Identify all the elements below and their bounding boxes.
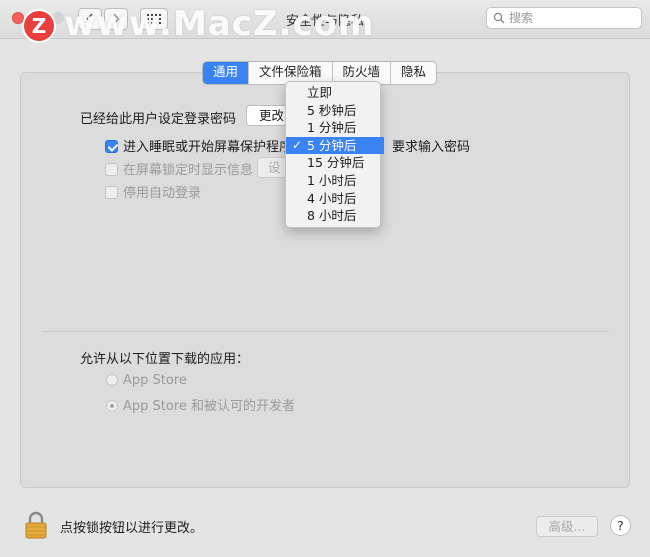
help-button[interactable]: ? bbox=[610, 515, 631, 536]
auto-login-checkbox[interactable] bbox=[105, 186, 118, 199]
allow-downloads-label: 允许从以下位置下载的应用： bbox=[80, 352, 250, 367]
radio-app-store[interactable] bbox=[106, 374, 118, 386]
menu-item-5-minutes[interactable]: ✓ 5 分钟后 bbox=[286, 136, 384, 155]
lock-icon[interactable] bbox=[24, 511, 48, 539]
auto-login-label: 停用自动登录 bbox=[123, 186, 202, 201]
radio-app-store-row: App Store bbox=[106, 373, 187, 388]
lock-message-label: 在屏幕锁定时显示信息 bbox=[123, 163, 254, 178]
radio-app-store-developers-row: App Store 和被认可的开发者 bbox=[106, 395, 295, 414]
auto-login-row: 停用自动登录 bbox=[105, 182, 201, 201]
sleep-checkbox-label: 进入睡眠或开始屏幕保护程序 bbox=[123, 140, 293, 155]
search-input[interactable] bbox=[509, 11, 629, 25]
tab-privacy[interactable]: 隐私 bbox=[391, 62, 436, 84]
checkmark-icon: ✓ bbox=[292, 137, 303, 152]
section-divider bbox=[42, 331, 609, 332]
menu-item-1-hour[interactable]: 1 小时后 bbox=[286, 172, 380, 190]
require-password-label: 要求输入密码 bbox=[392, 140, 471, 155]
radio-app-store-label: App Store bbox=[123, 373, 187, 388]
menu-item-8-hours[interactable]: 8 小时后 bbox=[286, 207, 380, 225]
password-delay-menu: 立即 5 秒钟后 1 分钟后 ✓ 5 分钟后 15 分钟后 1 小时后 4 小时后… bbox=[285, 81, 384, 228]
menu-item-15-minutes[interactable]: 15 分钟后 bbox=[286, 154, 380, 172]
lock-hint-label: 点按锁按钮以进行更改。 bbox=[60, 521, 204, 536]
menu-item-4-hours[interactable]: 4 小时后 bbox=[286, 190, 380, 208]
radio-app-store-developers[interactable] bbox=[106, 400, 118, 412]
menu-item-5-seconds[interactable]: 5 秒钟后 bbox=[286, 102, 380, 120]
watermark-text: www.MacZ.com bbox=[64, 4, 375, 44]
search-field[interactable] bbox=[486, 7, 642, 29]
password-set-label: 已经给此用户设定登录密码 bbox=[80, 112, 237, 127]
tab-general[interactable]: 通用 bbox=[203, 62, 250, 84]
menu-item-immediately[interactable]: 立即 bbox=[286, 84, 380, 102]
search-icon bbox=[493, 12, 505, 24]
menu-item-5-minutes-label: 5 分钟后 bbox=[307, 137, 357, 153]
macz-logo: Z bbox=[24, 11, 54, 41]
radio-app-store-developers-label: App Store 和被认可的开发者 bbox=[123, 399, 296, 414]
sleep-require-password-row: 进入睡眠或开始屏幕保护程序 bbox=[105, 136, 292, 155]
lock-message-row: 在屏幕锁定时显示信息 bbox=[105, 159, 253, 178]
menu-item-1-minute[interactable]: 1 分钟后 bbox=[286, 119, 380, 137]
sleep-checkbox[interactable] bbox=[105, 140, 118, 153]
advanced-button[interactable]: 高级... bbox=[536, 516, 598, 537]
lock-message-checkbox[interactable] bbox=[105, 163, 118, 176]
